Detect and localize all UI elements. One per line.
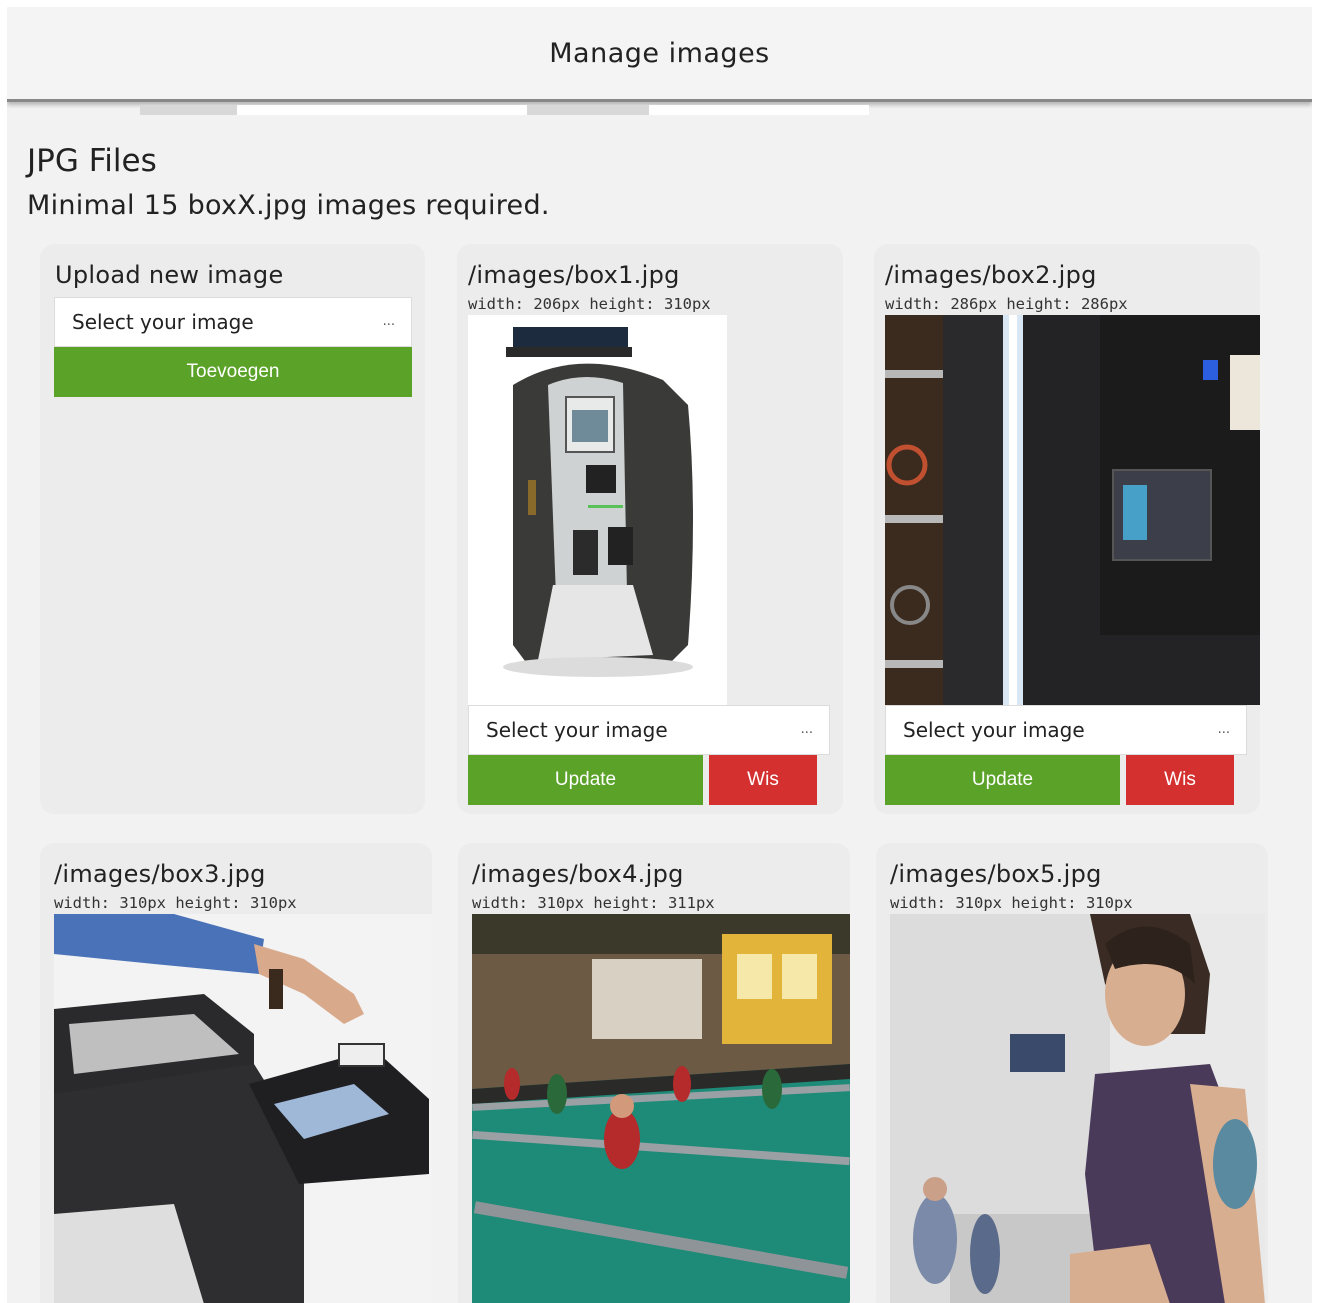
- image-path: /images/box3.jpg: [54, 860, 266, 888]
- upload-card-title: Upload new image: [55, 261, 284, 289]
- section-title: JPG Files: [27, 143, 157, 179]
- replace-file-input[interactable]: Select your image ...: [885, 705, 1247, 755]
- delete-button[interactable]: Wis: [709, 755, 817, 805]
- image-path: /images/box4.jpg: [472, 860, 684, 888]
- image-path: /images/box5.jpg: [890, 860, 1102, 888]
- browse-icon[interactable]: ...: [801, 722, 813, 737]
- image-path: /images/box2.jpg: [885, 261, 1097, 289]
- image-dimensions: width: 286px height: 286px: [885, 295, 1128, 313]
- vending-machine-photo: [885, 315, 1260, 705]
- smiling-woman-photo: [890, 914, 1265, 1303]
- update-button[interactable]: Update: [885, 755, 1120, 805]
- image-path: /images/box1.jpg: [468, 261, 680, 289]
- image-dimensions: width: 310px height: 310px: [890, 894, 1133, 912]
- page-title: Manage images: [549, 37, 770, 69]
- upload-card: Upload new image Select your image ... T…: [40, 244, 425, 814]
- update-button[interactable]: Update: [468, 755, 703, 805]
- page: Manage images JPG Files Minimal 15 boxX.…: [7, 7, 1312, 1303]
- upload-file-input[interactable]: Select your image ...: [54, 297, 412, 347]
- replace-file-input[interactable]: Select your image ...: [468, 705, 830, 755]
- image-card: /images/box1.jpg width: 206px height: 31…: [457, 244, 843, 814]
- tab-indicator[interactable]: [527, 105, 649, 115]
- tab-strip: [7, 105, 1312, 115]
- file-input-placeholder: Select your image: [72, 310, 254, 334]
- image-card: /images/box2.jpg width: 286px height: 28…: [874, 244, 1260, 814]
- app-header: Manage images: [7, 7, 1312, 102]
- browse-icon[interactable]: ...: [383, 314, 395, 329]
- delete-button[interactable]: Wis: [1126, 755, 1234, 805]
- image-card: /images/box3.jpg width: 310px height: 31…: [40, 843, 432, 1303]
- section-subtitle: Minimal 15 boxX.jpg images required.: [27, 190, 550, 221]
- image-card: /images/box5.jpg width: 310px height: 31…: [876, 843, 1268, 1303]
- payment-kiosk-photo: [468, 315, 727, 705]
- tab-indicator[interactable]: [649, 105, 869, 115]
- printer-card-reader-photo: [54, 914, 432, 1303]
- tab-indicator[interactable]: [237, 105, 527, 115]
- file-input-placeholder: Select your image: [903, 718, 1085, 742]
- image-dimensions: width: 310px height: 311px: [472, 894, 715, 912]
- image-card: /images/box4.jpg width: 310px height: 31…: [458, 843, 850, 1303]
- file-input-placeholder: Select your image: [486, 718, 668, 742]
- add-image-button[interactable]: Toevoegen: [54, 347, 412, 397]
- tab-indicator[interactable]: [140, 105, 237, 115]
- foosball-table-photo: [472, 914, 850, 1303]
- image-dimensions: width: 310px height: 310px: [54, 894, 297, 912]
- browse-icon[interactable]: ...: [1218, 722, 1230, 737]
- image-dimensions: width: 206px height: 310px: [468, 295, 711, 313]
